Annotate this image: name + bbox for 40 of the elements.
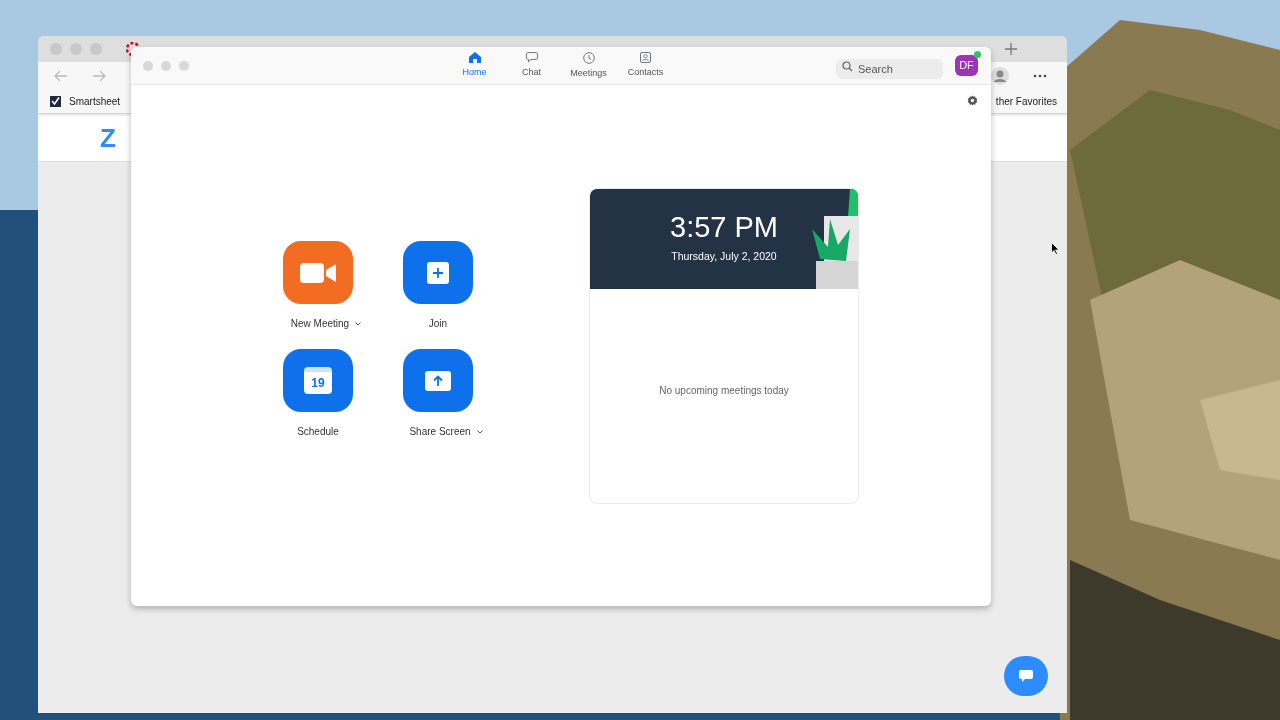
more-icon[interactable] [1033, 74, 1047, 78]
nav-tab[interactable]: Contacts [617, 47, 674, 85]
nav-tab[interactable]: Home [446, 47, 503, 85]
action-label: Join [428, 317, 448, 331]
forward-icon[interactable] [92, 70, 106, 82]
profile-icon[interactable] [991, 67, 1009, 85]
tab-favicon-icon [126, 42, 140, 56]
mouse-cursor-icon [1051, 242, 1060, 255]
action-label: Schedule [297, 425, 339, 439]
page-logo: Z [100, 122, 116, 155]
plus-icon [427, 261, 449, 284]
action-button[interactable] [403, 349, 473, 412]
chat-icon [525, 52, 538, 64]
empty-message: No upcoming meetings today [659, 383, 789, 398]
new-tab-icon[interactable] [1005, 43, 1017, 55]
contact-icon [640, 52, 651, 64]
clock-icon [582, 51, 595, 64]
nav-tab[interactable]: Meetings [560, 47, 617, 85]
caret-icon[interactable] [355, 321, 362, 326]
action-button[interactable] [403, 241, 473, 304]
chat-bubble-icon [1019, 670, 1033, 682]
clock-time: 3:57 PM [670, 211, 778, 243]
bookmark-folder[interactable]: ther Favorites [995, 94, 1057, 109]
action-label: Share Screen [409, 425, 471, 439]
action-button[interactable] [283, 241, 353, 304]
back-icon[interactable] [54, 70, 68, 82]
bookmark-link[interactable]: Smartsheet [69, 94, 121, 109]
action-label: New Meeting [290, 317, 350, 331]
search-field[interactable]: Search [836, 58, 943, 79]
clock-date: Thursday, July 2, 2020 [671, 249, 777, 264]
search-icon [842, 60, 853, 72]
user-avatar[interactable]: DF [955, 55, 978, 76]
settings-icon[interactable] [967, 95, 978, 106]
action-button[interactable]: 19 [283, 349, 353, 412]
nav-tab[interactable]: Chat [503, 47, 560, 85]
home-icon [468, 52, 481, 64]
caret-icon[interactable] [476, 429, 483, 434]
bookmark-icon [50, 96, 61, 107]
calendar-icon: 19 [304, 367, 332, 394]
video-camera-icon [300, 262, 336, 283]
